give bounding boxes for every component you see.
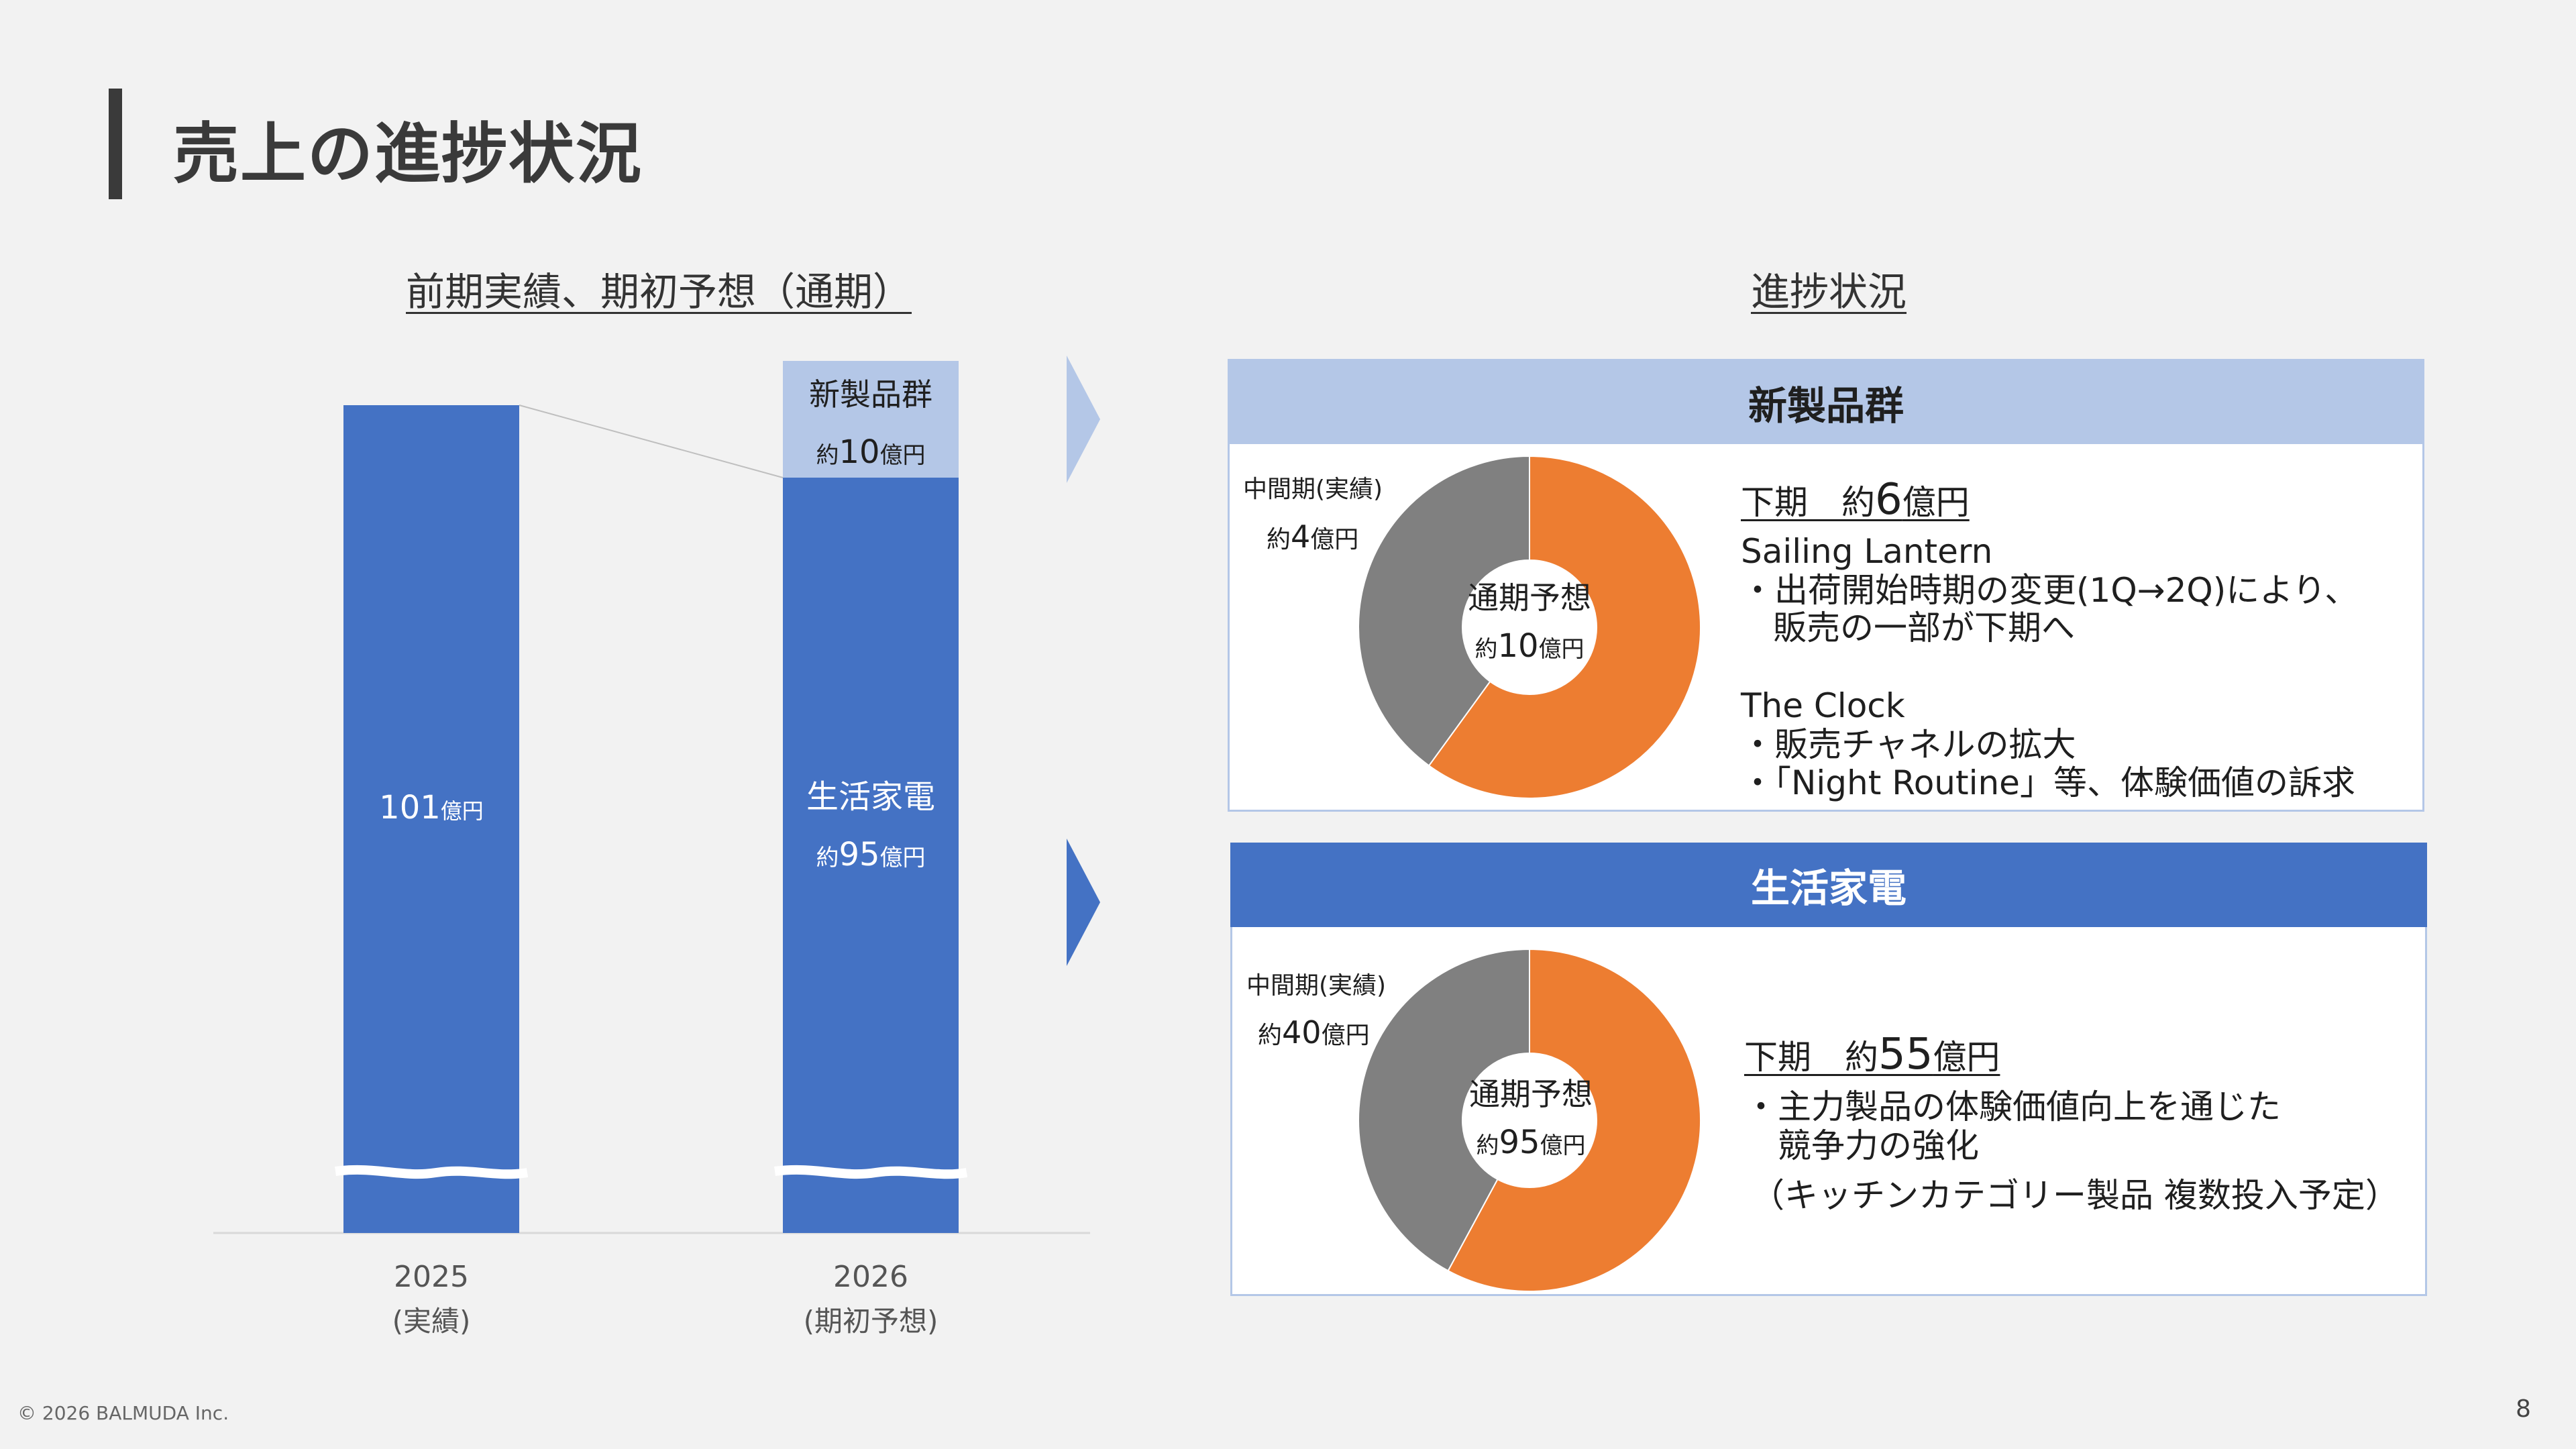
donut1-center-title: 通期予想 [1468,580,1591,616]
data-label-life-appliances-name: 生活家電 [806,778,935,816]
donut1-gray-value: 約4億円 [1267,519,1359,555]
panel1-second-half-heading: 下期 約6億円 [1741,475,1970,525]
page-number: 8 [2516,1395,2531,1423]
panel-header-new-products: 新製品群 [1230,361,2422,444]
donut2-gray-value: 約40億円 [1258,1014,1370,1051]
donut1-gray-label: 中間期(実績) [1243,476,1383,503]
tick-label-2025-year: 2025 [394,1260,469,1294]
panel-header-life-appliances: 生活家電 [1230,843,2427,927]
arrow-right-dark-icon [1067,839,1100,966]
tick-label-2025-sub: (実績) [392,1305,471,1338]
donut1-center-value: 約10億円 [1474,627,1585,665]
donut2-center-title: 通期予想 [1469,1076,1593,1112]
axis-break-2025 [335,1165,529,1179]
axis-break-2026 [774,1165,968,1179]
bar-chart: 2025 (実績) 2026 (期初予想) 101億円 新製品群 約10億円 生… [213,361,1090,1338]
panel2-second-half-heading: 下期 約55億円 [1744,1030,2000,1079]
panel1-line5: ・販売チャネルの拡大 [1741,725,2076,764]
donut2-gray-label: 中間期(実績) [1246,972,1387,1000]
connector-line [519,405,784,478]
right-section-heading: 進捗状況 [1751,269,1907,315]
arrow-right-light-icon [1067,356,1100,483]
copyright: © 2026 BALMUDA Inc. [17,1402,229,1424]
panel2-line3: （キッチンカテゴリー製品 複数投入予定） [1751,1176,2399,1215]
donut2-center-value: 約95億円 [1476,1124,1586,1161]
donut1-center-label: 通期予想 約10億円 [1449,574,1610,665]
panel1-line3: 販売の一部が下期へ [1773,608,2075,647]
data-label-new-products-name: 新製品群 [809,376,932,413]
tick-label-2026-year: 2026 [833,1260,908,1294]
panel2-line1: ・主力製品の体験価値向上を通じた [1744,1087,2281,1126]
panel1-line2: ・出荷開始時期の変更(1Q→2Q)により、 [1741,571,2359,610]
panel2-line2: 競争力の強化 [1778,1126,1979,1165]
panel1-line4: The Clock [1741,686,1905,725]
donut2-center-label: 通期予想 約95億円 [1450,1070,1611,1161]
panel1-line1: Sailing Lantern [1741,532,1993,571]
tick-label-2026-sub: (期初予想) [804,1305,938,1338]
panel1-line6: ・「Night Routine」等、体験価値の訴求 [1741,763,2355,802]
